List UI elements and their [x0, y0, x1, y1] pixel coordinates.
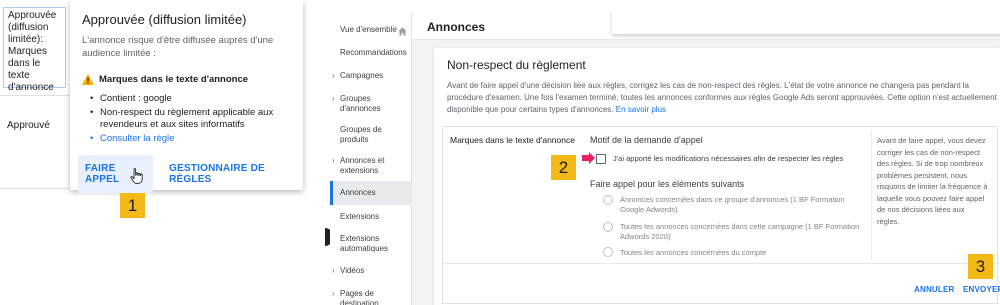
- radio-label: Annonces concernées dans ce groupe d'ann…: [620, 195, 845, 214]
- card-description-text: Avant de faire appel d'une décision liée…: [447, 81, 997, 114]
- rules-manager-button[interactable]: GESTIONNAIRE DE RÈGLES: [163, 155, 303, 193]
- radio-label: Toutes les annonces concernées dans cett…: [620, 222, 860, 241]
- appeal-button-label: FAIRE APPEL: [85, 163, 120, 185]
- sidebar-item-campaigns[interactable]: › Campagnes: [330, 71, 412, 81]
- sidebar-item-overview[interactable]: Vue d'ensemble: [330, 25, 412, 36]
- sidebar-item-ads[interactable]: Annonces: [330, 181, 412, 205]
- sidebar-item-product-groups[interactable]: Groupes de produits: [330, 125, 400, 145]
- card-title: Non-respect du règlement: [447, 58, 586, 72]
- warning-icon: [82, 74, 94, 85]
- hand-cursor-icon: [130, 168, 143, 184]
- chevron-right-icon: ›: [332, 71, 335, 80]
- chevron-right-icon: ›: [332, 289, 335, 298]
- row-divider: [0, 95, 72, 96]
- sidebar-item-landing-pages[interactable]: › Pages de destination: [330, 289, 400, 305]
- warning-label: Marques dans le texte d'annonce: [99, 74, 249, 85]
- sidebar-item-label: Campagnes: [340, 71, 384, 80]
- scope-radio-account[interactable]: [603, 247, 613, 257]
- ads-status-column: Approuvée (diffusion limitée): Marques d…: [0, 0, 72, 305]
- callout-badge-1: 1: [120, 193, 145, 218]
- appeal-button[interactable]: FAIRE APPEL: [78, 155, 154, 193]
- home-icon: [398, 27, 407, 36]
- popup-actions: FAIRE APPEL GESTIONNAIRE DE RÈGLES: [78, 155, 303, 193]
- sidebar-item-label: Groupes de produits: [340, 125, 382, 144]
- chevron-right-icon: ›: [332, 266, 335, 275]
- checkbox-label: J'ai apporté les modifications nécessair…: [613, 154, 844, 163]
- card-description: Avant de faire appel d'une décision liée…: [447, 80, 997, 116]
- sidebar-item-label: Vue d'ensemble: [340, 25, 397, 34]
- policy-appeal-card: Non-respect du règlement Avant de faire …: [434, 48, 1000, 305]
- policy-label: Marques dans le texte d'annonce: [450, 135, 575, 145]
- chevron-right-icon: ›: [332, 94, 335, 103]
- main-content: Non-respect du règlement Avant de faire …: [412, 40, 1000, 305]
- popup-details-list: Contient : google Non-respect du règleme…: [90, 93, 295, 146]
- sidebar-item-extensions[interactable]: Extensions: [330, 212, 412, 222]
- sidebar-item-recommendations[interactable]: Recommandations: [330, 48, 412, 58]
- list-item: Contient : google: [90, 93, 295, 106]
- appeal-scope-title: Faire appel pour les éléments suivants: [590, 179, 745, 189]
- sidebar-item-label: Pages de destination: [340, 289, 379, 305]
- sidebar-item-videos[interactable]: › Vidéos: [330, 266, 412, 276]
- warning-row: Marques dans le texte d'annonce: [82, 74, 248, 85]
- status-cell-approved: Approuvé: [7, 120, 50, 131]
- vertical-divider: [871, 131, 872, 261]
- fixed-issues-checkbox[interactable]: [596, 154, 606, 164]
- sidebar-item-label: Extensions automatiques: [340, 234, 389, 253]
- arrow-pointer-icon: [582, 152, 595, 164]
- sidebar-item-ads-extensions[interactable]: › Annonces et extensions: [330, 156, 402, 176]
- appeal-form: Marques dans le texte d'annonce Motif de…: [442, 126, 1000, 304]
- sidebar-item-ad-groups[interactable]: › Groupes d'annonces: [330, 94, 400, 114]
- popup-description: L'annonce risque d'être diffusée auprès …: [82, 35, 274, 59]
- sidebar-item-auto-extensions[interactable]: Extensions automatiques: [330, 234, 400, 254]
- side-help-text: Avant de faire appel, vous devez corrige…: [877, 136, 988, 226]
- popup-title: Approuvée (diffusion limitée): [82, 12, 247, 27]
- page-title: Annonces: [427, 20, 486, 34]
- submit-button[interactable]: ENVOYER: [963, 285, 1000, 294]
- learn-more-link[interactable]: En savoir plus: [616, 105, 666, 114]
- callout-badge-2: 2: [551, 155, 576, 180]
- list-item: Non-respect du règlement applicable aux …: [90, 107, 295, 132]
- sidebar-item-label: Recommandations: [340, 48, 407, 57]
- sidebar-item-label: Annonces et extensions: [340, 156, 385, 175]
- page-header: Annonces: [412, 12, 1000, 40]
- scope-radio-adgroup[interactable]: [603, 195, 613, 205]
- horizontal-divider: [443, 263, 999, 264]
- callout-badge-3: 3: [968, 254, 993, 279]
- sidebar-item-label: Vidéos: [340, 266, 365, 275]
- radio-label: Toutes les annonces concernées du compte: [620, 248, 767, 257]
- status-popup: Approuvée (diffusion limitée) L'annonce …: [70, 0, 303, 193]
- sidebar-item-label: Annonces: [340, 188, 376, 197]
- google-ads-screen: Vue d'ensemble Recommandations › Campagn…: [330, 12, 1000, 305]
- sidebar-item-label: Groupes d'annonces: [340, 94, 381, 113]
- row-divider: [0, 188, 72, 189]
- chevron-down-icon: ›: [332, 156, 335, 165]
- header-overlay-card: [612, 12, 1000, 34]
- scope-radio-campaign[interactable]: [603, 222, 613, 232]
- policy-link[interactable]: Consulter la règle: [90, 133, 295, 146]
- appeal-reason-title: Motif de la demande d'appel: [590, 135, 703, 145]
- status-cell-limited[interactable]: Approuvée (diffusion limitée): Marques d…: [3, 7, 66, 93]
- cancel-button[interactable]: ANNULER: [914, 285, 955, 294]
- side-navigation: Vue d'ensemble Recommandations › Campagn…: [330, 12, 412, 305]
- sidebar-item-label: Extensions: [340, 212, 380, 221]
